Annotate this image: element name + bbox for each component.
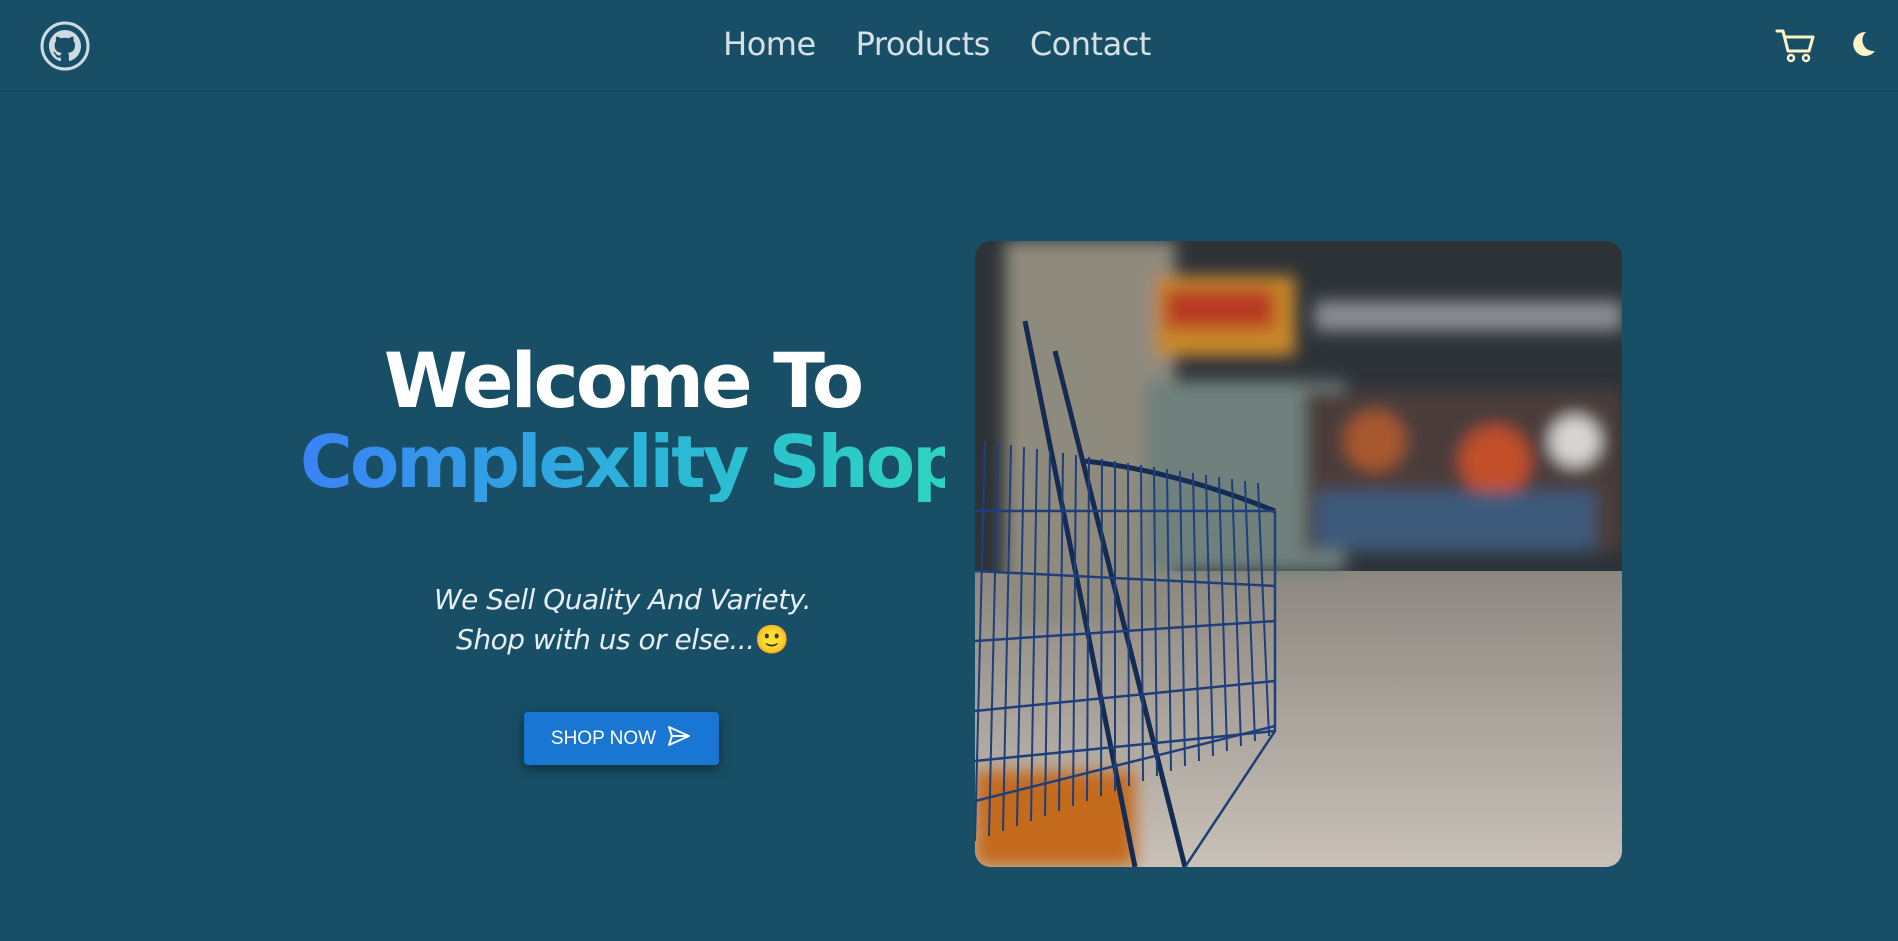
- nav-home-link[interactable]: Home: [723, 22, 816, 66]
- moon-icon[interactable]: [1848, 29, 1878, 59]
- cart-icon[interactable]: [1775, 27, 1817, 63]
- smile-emoji: 🙂: [754, 623, 790, 656]
- shop-now-button[interactable]: SHOP NOW: [524, 712, 719, 765]
- shop-now-label: SHOP NOW: [550, 727, 657, 749]
- hero-title-line1: Welcome To: [383, 336, 864, 425]
- nav-contact-link[interactable]: Contact: [1030, 22, 1152, 66]
- hero-tagline: We Sell Quality And Variety. Shop with u…: [300, 580, 945, 660]
- hero-title-brand: Complexlity Shop: [300, 420, 964, 504]
- hero-text: Welcome To Complexlity Shop We Sell Qual…: [300, 336, 964, 660]
- send-icon: [666, 724, 692, 754]
- main-nav: Home Products Contact: [0, 22, 1898, 66]
- hero-image: [975, 241, 1622, 867]
- tagline-line2: Shop with us or else...: [456, 623, 755, 656]
- tagline-line1: We Sell Quality And Variety.: [433, 583, 812, 616]
- navbar: Home Products Contact: [0, 0, 1898, 92]
- shopping-cart-photo: [975, 241, 1622, 867]
- nav-products-link[interactable]: Products: [856, 22, 991, 66]
